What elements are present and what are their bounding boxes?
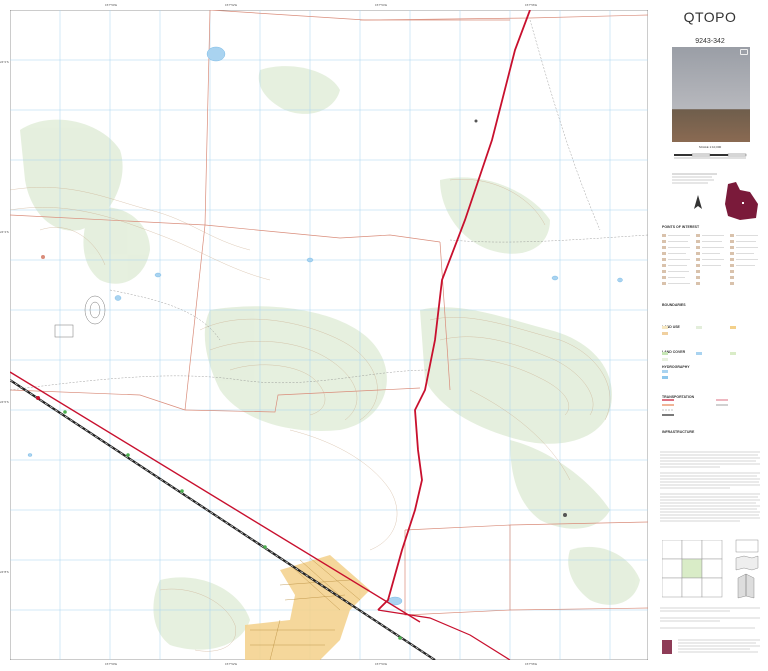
scale-bar-icon <box>674 153 747 159</box>
disclaimer-text <box>660 451 760 522</box>
cover-photo <box>672 47 750 142</box>
collar-top-tick-3: 157°54'E <box>375 3 388 7</box>
map-svg <box>9 9 649 661</box>
collar-left-tick-4: 24°8'S <box>0 570 9 574</box>
north-arrow-icon <box>694 195 702 209</box>
legend-symbols <box>662 234 758 416</box>
product-title: QTOPO <box>683 9 737 25</box>
adjoining-sheets-index <box>662 540 723 598</box>
projection-notes <box>672 173 717 184</box>
legend-panel: QTOPO 9243-342 SCALE 1:10,000 POINTS OF … <box>652 0 768 671</box>
collar-bottom-tick-1: 157°50'E <box>105 662 118 666</box>
fold-diagram <box>735 539 759 599</box>
collar-bottom-tick-4: 157°56'E <box>525 662 538 666</box>
collar-top-tick-2: 157°52'E <box>225 3 238 7</box>
footer-notes <box>660 607 760 654</box>
map-sheet-id: 9243-342 <box>695 38 725 45</box>
camera-icon <box>740 49 748 55</box>
collar-top-tick-1: 157°50'E <box>105 3 118 7</box>
collar-left-tick-2: 24°4'S <box>0 230 9 234</box>
collar-left-tick-1: 24°2'S <box>0 60 9 64</box>
locality-map-icon <box>725 182 758 220</box>
collar-top-tick-4: 157°56'E <box>525 3 538 7</box>
legend-heading-points-of-interest: POINTS OF INTEREST <box>662 225 700 229</box>
scale-label: SCALE 1:10,000 <box>698 145 722 149</box>
collar-left-tick-3: 24°6'S <box>0 400 9 404</box>
collar-bottom-tick-2: 157°52'E <box>225 662 238 666</box>
map-face[interactable] <box>9 9 649 661</box>
collar-bottom-tick-3: 157°54'E <box>375 662 388 666</box>
